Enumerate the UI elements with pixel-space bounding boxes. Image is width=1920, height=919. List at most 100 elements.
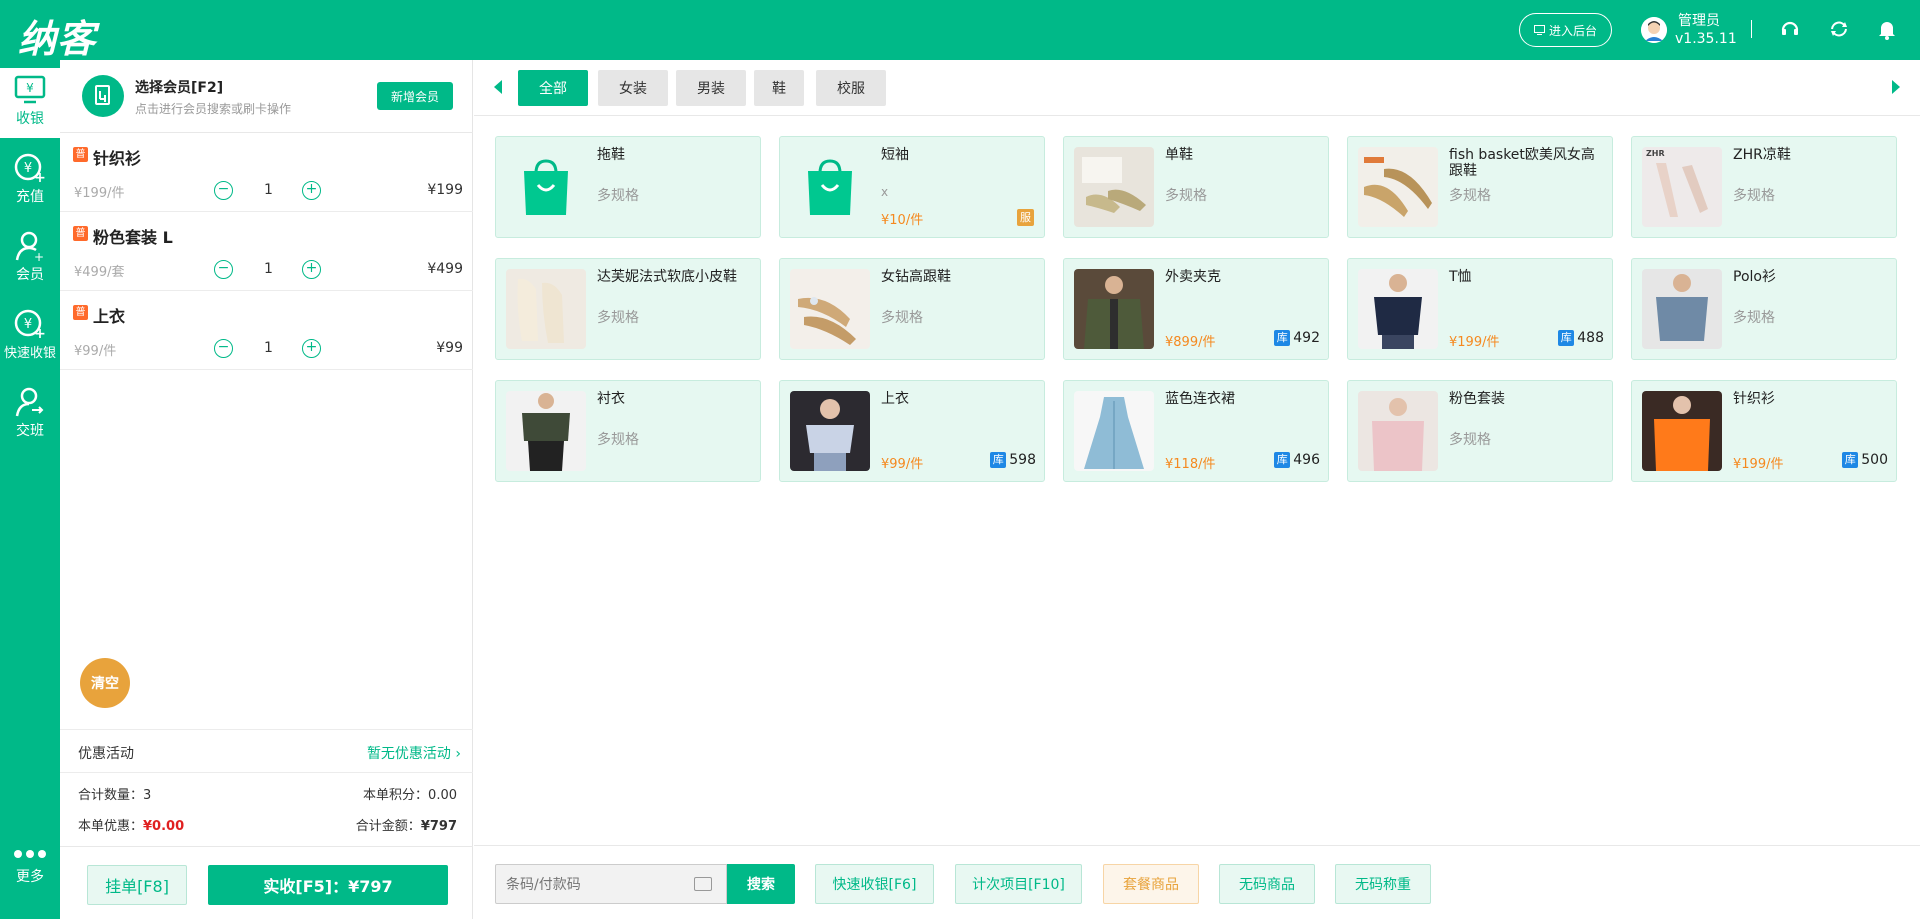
product-card[interactable]: 针织衫 ¥199/件 库 500: [1631, 380, 1897, 482]
cart-footer: 挂单[F8] 实收[F5]：¥797: [60, 846, 473, 919]
product-card[interactable]: ZHR ZHR凉鞋 多规格: [1631, 136, 1897, 238]
qty-minus-button[interactable]: −: [214, 260, 233, 279]
qty-value[interactable]: 1: [264, 340, 273, 356]
product-card[interactable]: 单鞋 多规格: [1063, 136, 1329, 238]
scroll-left-icon[interactable]: [494, 80, 502, 94]
product-spec: 多规格: [597, 188, 639, 204]
regular-tag: 普: [73, 226, 88, 241]
product-name: 蓝色连衣裙: [1165, 391, 1235, 407]
stock-value: 598: [1009, 452, 1036, 468]
barcode-input[interactable]: [506, 874, 676, 896]
qty-value[interactable]: 1: [264, 182, 273, 198]
top-photo: [790, 391, 870, 471]
qty-minus-button[interactable]: −: [214, 181, 233, 200]
flat-shoe-photo: [1074, 147, 1154, 227]
enter-admin-button[interactable]: 进入后台: [1519, 13, 1612, 47]
no-code-goods-button[interactable]: 无码商品: [1219, 864, 1315, 904]
qty-minus-button[interactable]: −: [214, 339, 233, 358]
cart-item-total: ¥199: [427, 182, 463, 198]
nav-handover[interactable]: 交班: [0, 380, 60, 450]
member-selector[interactable]: 选择会员[F2] 点击进行会员搜索或刷卡操作 新增会员: [60, 60, 473, 133]
svg-text:+: +: [34, 250, 44, 262]
cart-item[interactable]: 普 针织衫 ¥199/件 − 1 + ¥199: [60, 133, 473, 212]
product-card[interactable]: 衬衣 多规格: [495, 380, 761, 482]
stock-badge: 库: [1274, 330, 1291, 346]
product-name: Polo衫: [1733, 269, 1776, 285]
scroll-right-icon[interactable]: [1892, 80, 1900, 94]
product-spec: 多规格: [881, 310, 923, 326]
product-name: T恤: [1449, 269, 1472, 285]
nav-cashier[interactable]: ¥ 收银: [0, 68, 60, 138]
quick-cashier-button[interactable]: 快速收银[F6]: [815, 864, 934, 904]
tshirt-photo: [1358, 269, 1438, 349]
stock-value: 500: [1861, 452, 1888, 468]
product-card[interactable]: 蓝色连衣裙 ¥118/件 库 496: [1063, 380, 1329, 482]
stock-count: 库 488: [1558, 330, 1604, 346]
product-card[interactable]: 女钻高跟鞋 多规格: [779, 258, 1045, 360]
product-card[interactable]: 上衣 ¥99/件 库 598: [779, 380, 1045, 482]
pay-button[interactable]: 实收[F5]：¥797: [208, 865, 448, 905]
total-qty-label: 合计数量：: [78, 788, 144, 803]
product-card[interactable]: 外卖夹克 ¥899/件 库 492: [1063, 258, 1329, 360]
headset-icon[interactable]: [1779, 18, 1803, 42]
dress-photo: [1074, 391, 1154, 471]
count-item-button[interactable]: 计次项目[F10]: [955, 864, 1082, 904]
no-code-weigh-button[interactable]: 无码称重: [1335, 864, 1431, 904]
amount-value: ¥797: [420, 819, 457, 834]
member-subtitle: 点击进行会员搜索或刷卡操作: [135, 102, 292, 116]
package-goods-button[interactable]: 套餐商品: [1103, 864, 1199, 904]
left-nav: ¥ 收银 ¥ + 充值 + 会员 ¥ + 快速收银 交班 更多: [0, 60, 60, 919]
nav-quick-cashier-label: 快速收银: [3, 346, 56, 361]
tab-men[interactable]: 男装: [676, 70, 746, 106]
bell-icon[interactable]: [1876, 18, 1900, 42]
tab-shoes[interactable]: 鞋: [754, 70, 804, 106]
cart-item[interactable]: 普 上衣 ¥99/件 − 1 + ¥99: [60, 291, 473, 370]
user-name: 管理员: [1678, 13, 1720, 29]
refresh-icon[interactable]: [1828, 18, 1852, 42]
product-spec: 多规格: [1165, 188, 1207, 204]
nav-recharge[interactable]: ¥ + 充值: [0, 146, 60, 216]
product-card[interactable]: T恤 ¥199/件 库 488: [1347, 258, 1613, 360]
product-card[interactable]: fish basket欧美风女高跟鞋 多规格: [1347, 136, 1613, 238]
svg-text:ZHR: ZHR: [1646, 149, 1665, 158]
qty-plus-button[interactable]: +: [302, 260, 321, 279]
high-heel-photo: [1358, 147, 1438, 227]
avatar[interactable]: [1641, 17, 1667, 43]
product-name: ZHR凉鞋: [1733, 147, 1791, 163]
nav-more[interactable]: 更多: [0, 840, 60, 910]
product-spec: 多规格: [1733, 188, 1775, 204]
add-member-button[interactable]: 新增会员: [377, 82, 453, 110]
promo-value[interactable]: 暂无优惠活动 ›: [367, 743, 461, 763]
search-button[interactable]: 搜索: [727, 864, 795, 904]
product-card[interactable]: 达芙妮法式软底小皮鞋 多规格: [495, 258, 761, 360]
promo-row[interactable]: 优惠活动 暂无优惠活动 ›: [60, 729, 473, 773]
regular-tag: 普: [73, 305, 88, 320]
stock-count: 库 598: [990, 452, 1036, 468]
cart-item[interactable]: 普 粉色套装 L ¥499/套 − 1 + ¥499: [60, 212, 473, 291]
keyboard-icon[interactable]: [694, 877, 712, 891]
shirt-photo: [506, 391, 586, 471]
nav-quick-cashier[interactable]: ¥ + 快速收银: [0, 302, 60, 372]
product-card[interactable]: 短袖 x ¥10/件 服: [779, 136, 1045, 238]
stock-value: 488: [1577, 330, 1604, 346]
nav-recharge-label: 充值: [16, 189, 44, 205]
tab-all[interactable]: 全部: [518, 70, 588, 106]
polo-photo: [1642, 269, 1722, 349]
qty-value[interactable]: 1: [264, 261, 273, 277]
jacket-photo: [1074, 269, 1154, 349]
recharge-icon: ¥+: [14, 153, 46, 184]
clear-cart-button[interactable]: 清空: [80, 658, 130, 708]
tab-women[interactable]: 女装: [598, 70, 668, 106]
qty-plus-button[interactable]: +: [302, 339, 321, 358]
discount-label: 本单优惠：: [78, 819, 144, 834]
qty-plus-button[interactable]: +: [302, 181, 321, 200]
product-card[interactable]: 粉色套装 多规格: [1347, 380, 1613, 482]
hold-order-button[interactable]: 挂单[F8]: [87, 865, 187, 905]
product-price: ¥10/件: [881, 213, 924, 228]
cart-item-unit-price: ¥99/件: [74, 344, 117, 359]
points-value: 0.00: [428, 788, 457, 803]
nav-member[interactable]: + 会员: [0, 224, 60, 294]
tab-uniform[interactable]: 校服: [816, 70, 886, 106]
product-card[interactable]: Polo衫 多规格: [1631, 258, 1897, 360]
product-card[interactable]: 拖鞋 多规格: [495, 136, 761, 238]
